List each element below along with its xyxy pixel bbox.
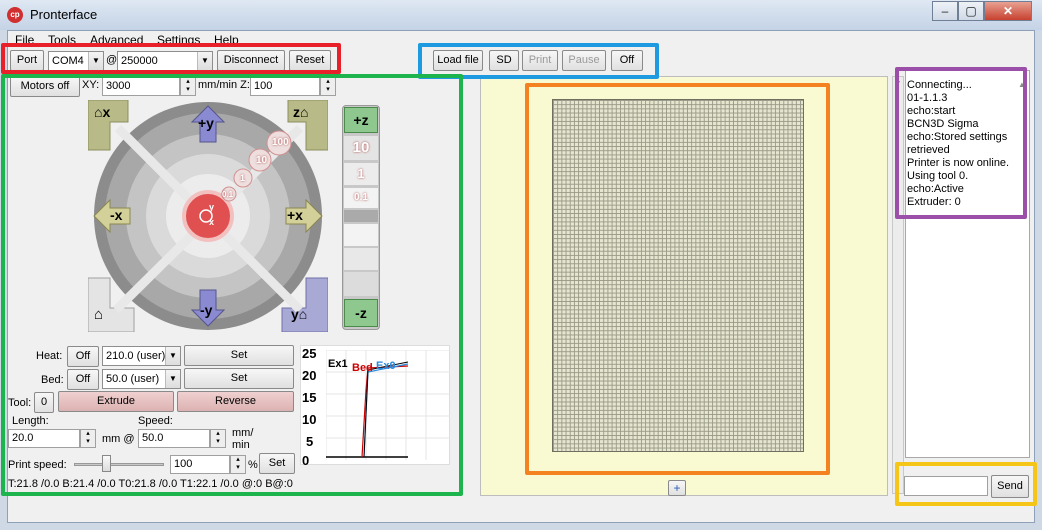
minimize-button[interactable]: – [932,1,958,21]
highlight-send [895,462,1037,506]
highlight-log [895,67,1027,219]
maximize-button[interactable]: ▢ [958,1,984,21]
highlight-printer-controls [1,74,463,496]
window-title: Pronterface [30,7,98,22]
highlight-connection [1,43,341,74]
title-bar [0,0,1042,30]
close-button[interactable]: ✕ [984,1,1032,21]
app-icon: cp [7,7,23,23]
highlight-plate [525,83,830,475]
add-object-button[interactable]: + [668,480,686,496]
